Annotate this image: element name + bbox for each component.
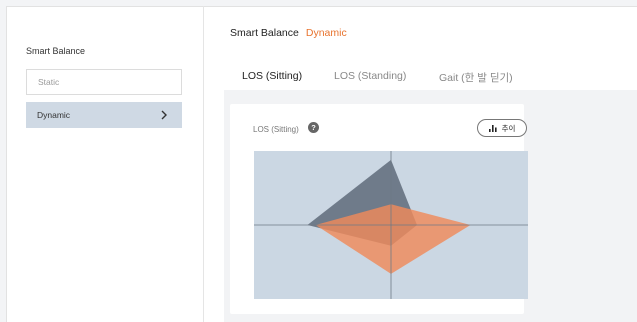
bar-chart-icon [488,124,497,132]
chart-title: LOS (Sitting) [253,125,299,134]
chevron-right-icon [160,109,168,122]
chart-card: LOS (Sitting) ? 추이 [230,104,528,314]
breadcrumb-root[interactable]: Smart Balance [230,27,299,39]
main-content: Smart Balance Dynamic LOS (Sitting) LOS (… [204,6,637,322]
trend-button[interactable]: 추이 [477,119,527,137]
tab-los-sitting[interactable]: LOS (Sitting) [242,70,302,82]
sidebar-item-label: Dynamic [37,110,71,120]
trend-button-label: 추이 [501,123,516,133]
breadcrumb-active: Dynamic [305,27,347,39]
sidebar: Smart Balance Static Dynamic [6,6,204,322]
help-icon[interactable]: ? [308,122,319,133]
tab-bar: LOS (Sitting) LOS (Standing) Gait (한 발 딛… [224,64,637,92]
sidebar-item-label: Static [38,77,60,87]
breadcrumb: Smart Balance Dynamic [230,27,347,39]
tab-los-standing[interactable]: LOS (Standing) [334,70,406,82]
sidebar-title: Smart Balance [26,46,86,56]
tab-gait[interactable]: Gait (한 발 딛기) [439,70,513,85]
sidebar-item-dynamic[interactable]: Dynamic [26,102,182,128]
los-radar-chart [254,151,528,299]
sidebar-item-static[interactable]: Static [26,69,182,95]
